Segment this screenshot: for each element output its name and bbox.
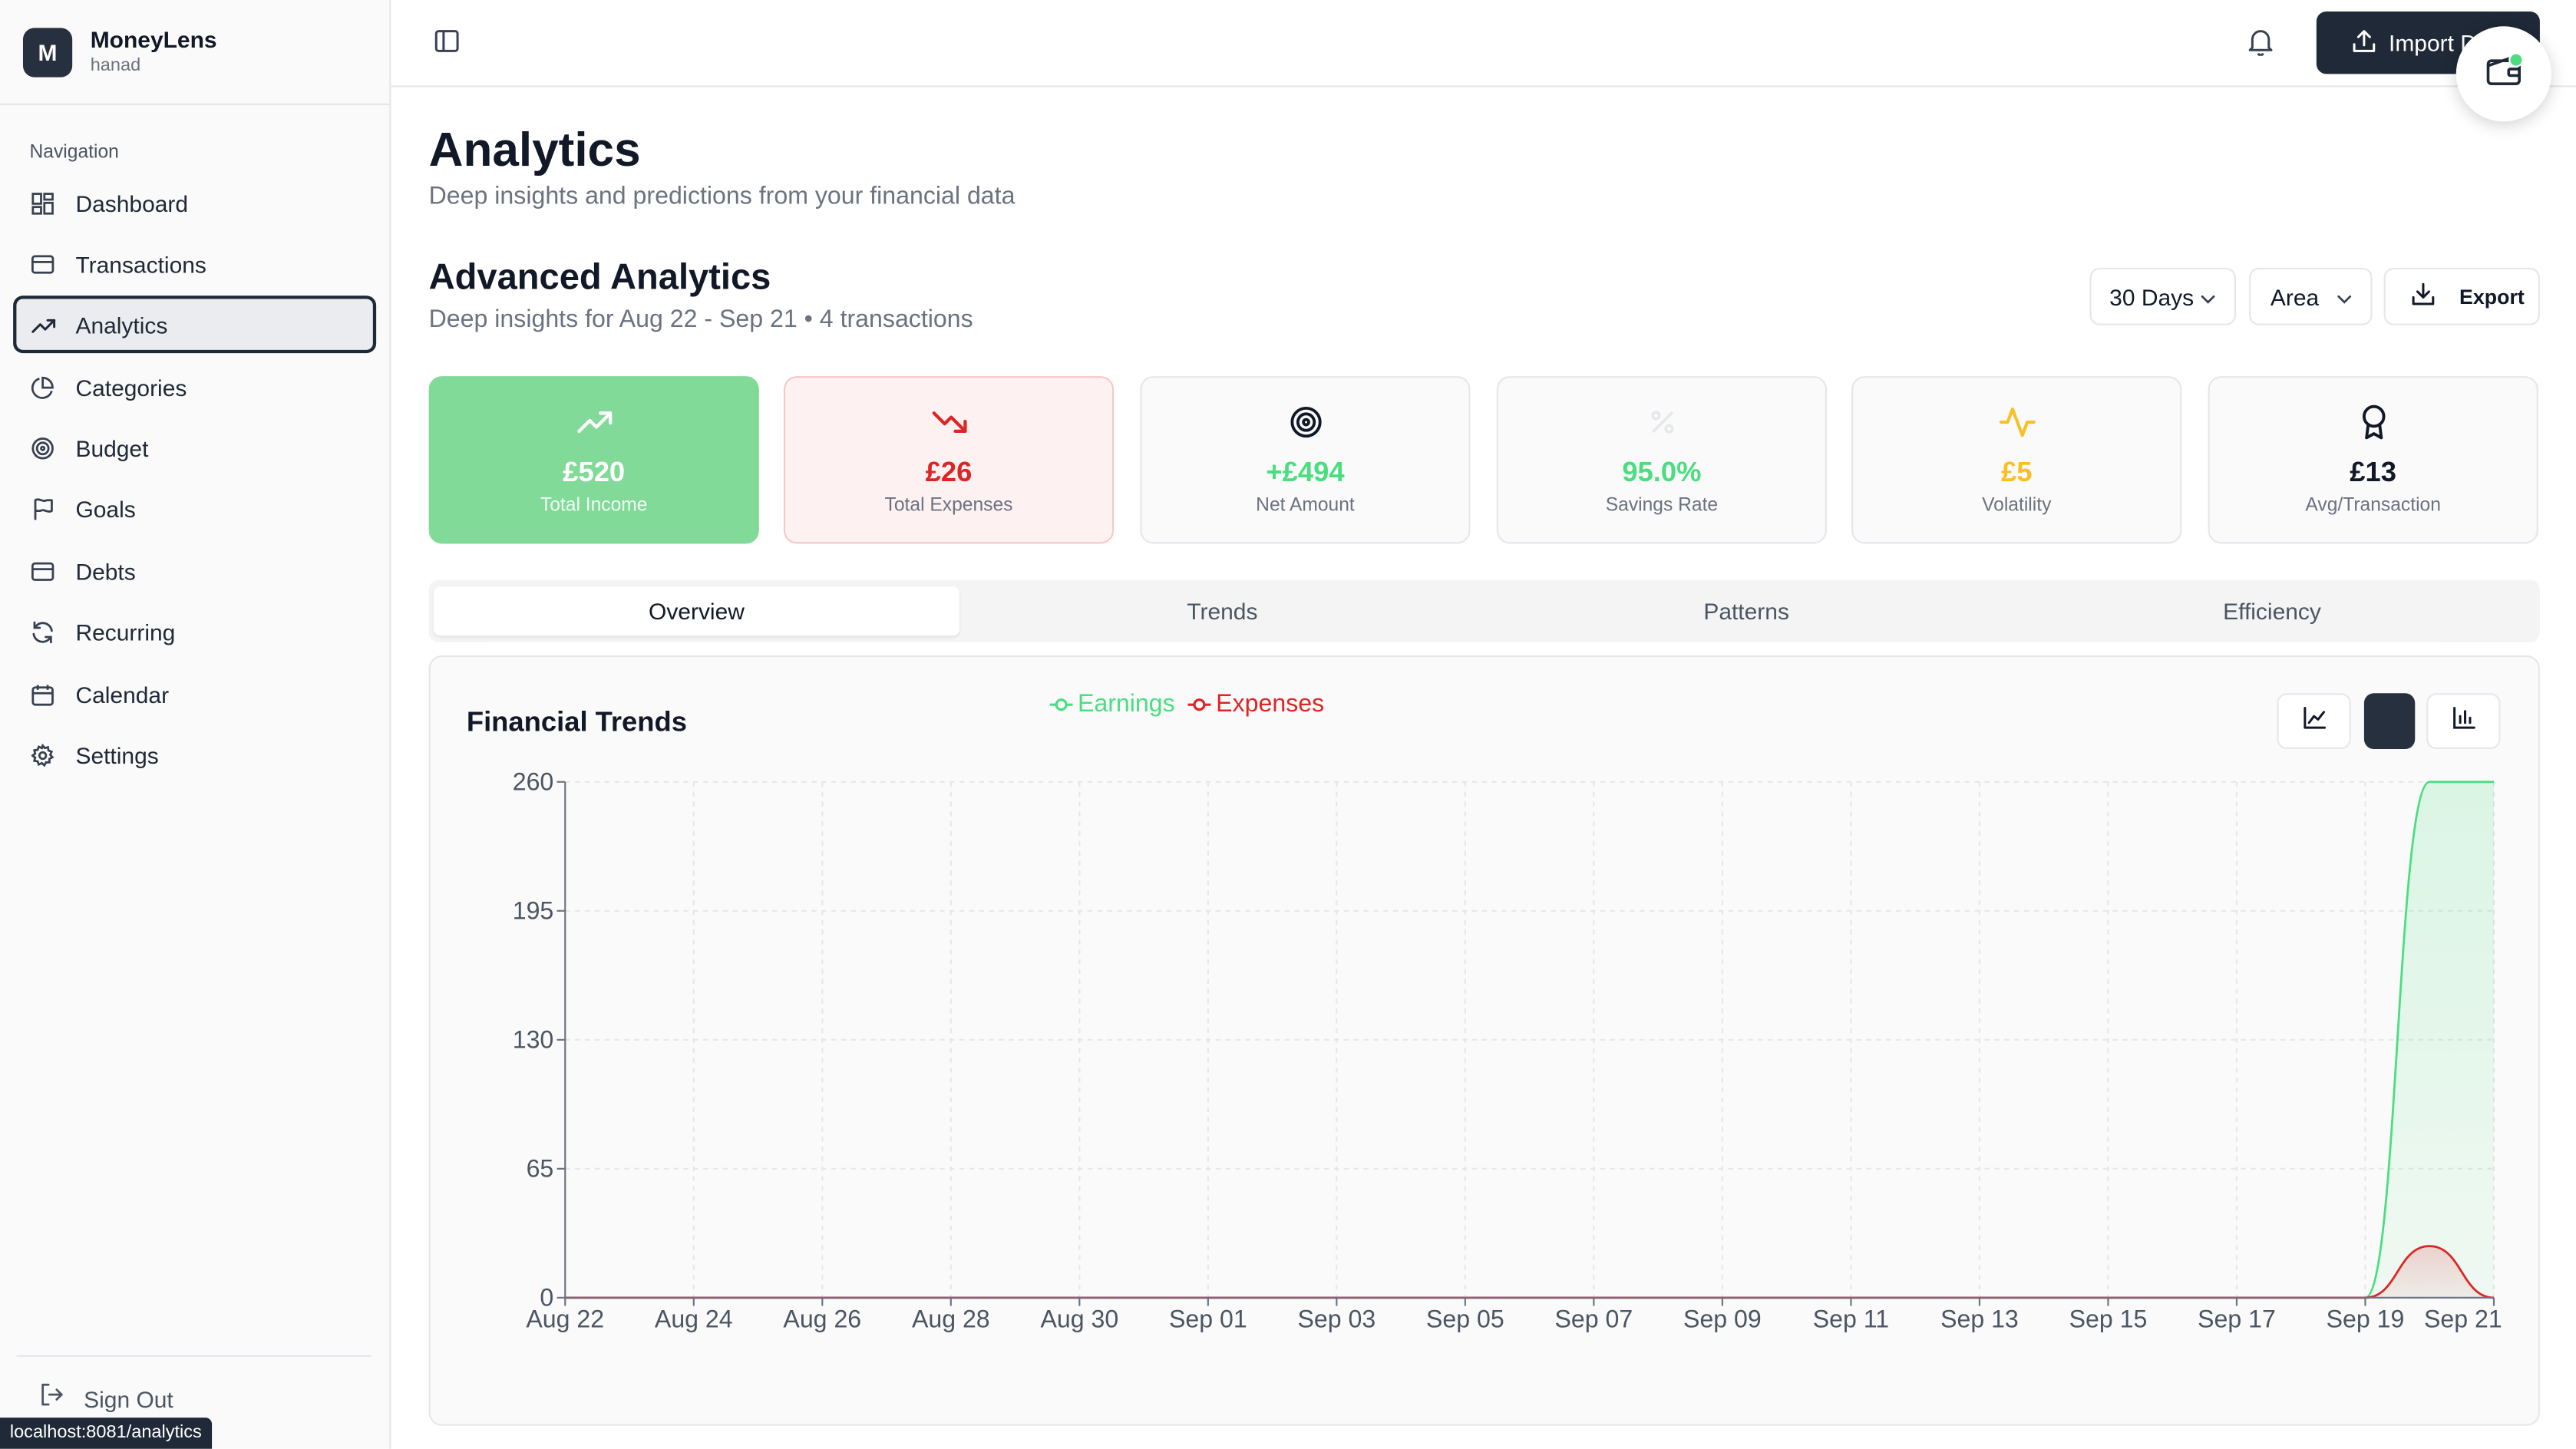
area-chart: 065130195260Aug 22 Aug 24 Aug 26 Aug 28 Aug … — [513, 767, 2502, 1332]
legend-marker-expenses — [1187, 698, 1211, 711]
chart-legend: Earnings Expenses — [0, 690, 2374, 718]
x-tick-label: Sep 13 — [1940, 1305, 2019, 1332]
x-tick-label: Sep 09 — [1683, 1305, 1762, 1332]
y-tick-label: 65 — [527, 1155, 554, 1183]
legend-label: Earnings — [1077, 689, 1175, 718]
legend-marker-earnings — [1049, 698, 1073, 711]
x-tick-label: Sep 01 — [1169, 1305, 1247, 1332]
y-tick-label: 195 — [513, 897, 554, 925]
x-tick-label: Sep 17 — [2198, 1305, 2276, 1332]
x-tick-label: Aug 28 — [912, 1305, 990, 1332]
x-tick-label: Sep 03 — [1297, 1305, 1376, 1332]
x-tick-label: Sep 15 — [2069, 1305, 2148, 1332]
legend-label: Expenses — [1216, 689, 1325, 718]
x-tick-label: Sep 19 — [2327, 1305, 2405, 1332]
x-tick-label: Sep 07 — [1555, 1305, 1633, 1332]
x-tick-label: Sep 11 — [1813, 1305, 1889, 1332]
series-line-expenses — [565, 1245, 2495, 1299]
x-tick-label: Sep 05 — [1426, 1305, 1504, 1332]
legend-item-earnings[interactable]: Earnings — [1049, 689, 1175, 718]
legend-item-expenses[interactable]: Expenses — [1187, 689, 1325, 718]
x-tick-label: Aug 26 — [783, 1305, 861, 1332]
x-tick-label: Aug 30 — [1040, 1305, 1118, 1332]
y-tick-label: 130 — [513, 1026, 554, 1054]
x-tick-label: Sep 21 — [2424, 1305, 2502, 1332]
x-tick-label: Aug 22 — [526, 1305, 604, 1332]
x-tick-label: Aug 24 — [655, 1305, 733, 1332]
y-tick-label: 260 — [513, 767, 554, 795]
area-fill-expenses — [565, 1246, 2494, 1298]
